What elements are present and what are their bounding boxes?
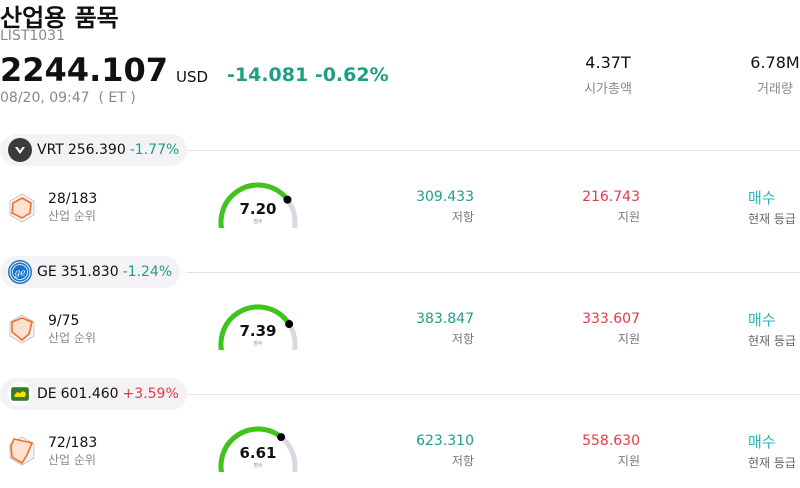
- ticker-price: 351.830: [60, 264, 119, 280]
- industry-rank: 28/183: [48, 191, 98, 207]
- support-label: 지원: [617, 332, 640, 346]
- rating-value: 매수: [748, 311, 776, 329]
- index-change: -14.081 -0.62%: [227, 64, 389, 86]
- row-divider: [186, 394, 800, 395]
- vertiv-logo-icon: [8, 138, 32, 162]
- row-divider: [186, 272, 800, 273]
- score-value: 6.61: [239, 444, 277, 462]
- radar-chart-icon: [9, 193, 35, 223]
- ticker-symbol: VRT: [37, 142, 64, 158]
- rating-label: 현재 등급: [748, 456, 796, 470]
- rating-value: 매수: [748, 433, 776, 451]
- ticker-chip-vrt[interactable]: VRT 256.390 -1.77%: [0, 134, 188, 166]
- score-value: 7.39: [239, 322, 277, 340]
- market-cap-label: 시가총액: [584, 82, 632, 97]
- gauge-marker: [277, 433, 286, 442]
- industry-rank-label: 산업 순위: [48, 331, 96, 345]
- rating-label: 현재 등급: [748, 212, 796, 226]
- ticker-chip-ge[interactable]: ge GE 351.830 -1.24%: [0, 256, 181, 288]
- score-value: 7.20: [239, 200, 277, 218]
- market-cap-value: 4.37T: [585, 53, 631, 72]
- ticker-chip-de[interactable]: DE 601.460 +3.59%: [0, 378, 187, 410]
- industry-rank: 72/183: [48, 435, 98, 451]
- industry-rank-label: 산업 순위: [48, 209, 96, 223]
- ticker-symbol: DE: [37, 386, 57, 402]
- volume-label: 거래량: [757, 82, 793, 97]
- rating-label: 현재 등급: [748, 334, 796, 348]
- resistance-label: 저항: [451, 332, 474, 346]
- ticker-change: -1.24%: [122, 264, 173, 280]
- ticker-price: 256.390: [67, 142, 126, 158]
- currency-label: USD: [176, 68, 209, 86]
- support-label: 지원: [617, 210, 640, 224]
- score-label: 점수: [253, 341, 263, 347]
- ticker-change: +3.59%: [122, 386, 179, 402]
- radar-chart-icon: [9, 314, 35, 344]
- score-label: 점수: [253, 463, 263, 469]
- resistance-label: 저항: [451, 210, 474, 224]
- support-value: 558.630: [582, 433, 640, 449]
- john-deere-logo-icon: [8, 382, 32, 406]
- ticker-change: -1.77%: [129, 142, 180, 158]
- radar-chart-icon: [9, 436, 35, 466]
- support-value: 333.607: [582, 311, 640, 327]
- score-label: 점수: [253, 219, 263, 225]
- ge-logo-icon: ge: [8, 260, 32, 284]
- timestamp: 08/20, 09:47 ( ET ): [0, 90, 136, 106]
- index-price: 2244.107: [0, 51, 169, 89]
- row-divider: [186, 150, 800, 151]
- ticker-price: 601.460: [60, 386, 119, 402]
- svg-text:ge: ge: [14, 269, 25, 279]
- rating-value: 매수: [748, 189, 776, 207]
- support-label: 지원: [617, 454, 640, 468]
- list-code: LIST1031: [0, 28, 65, 44]
- resistance-value: 309.433: [416, 189, 474, 205]
- industry-rank: 9/75: [48, 313, 80, 329]
- resistance-value: 383.847: [416, 311, 474, 327]
- volume-value: 6.78M: [750, 53, 800, 72]
- ticker-symbol: GE: [37, 264, 57, 280]
- industry-rank-label: 산업 순위: [48, 453, 96, 467]
- resistance-label: 저항: [451, 454, 474, 468]
- support-value: 216.743: [582, 189, 640, 205]
- resistance-value: 623.310: [416, 433, 474, 449]
